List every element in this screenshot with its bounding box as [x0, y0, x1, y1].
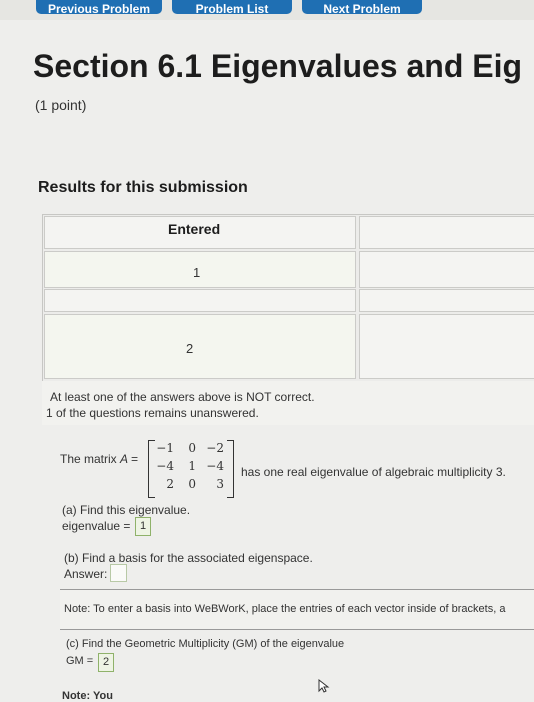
table-row: [44, 314, 356, 379]
part-b-text: (b) Find a basis for the associated eige…: [64, 551, 313, 565]
gm-input[interactable]: 2: [98, 653, 114, 672]
results-table: [42, 214, 534, 382]
result-message: At least one of the answers above is NOT…: [50, 390, 315, 404]
matrix-entry: −1: [156, 441, 174, 455]
matrix-right-bracket: [227, 440, 234, 498]
eigenvalue-input[interactable]: 1: [135, 517, 151, 536]
matrix-entry: 1: [188, 459, 196, 473]
problem-list-button[interactable]: Problem List: [172, 0, 292, 14]
top-nav: Previous Problem Problem List Next Probl…: [0, 0, 534, 20]
result-message: 1 of the questions remains unanswered.: [46, 406, 259, 420]
page-title: Section 6.1 Eigenvalues and Eig: [33, 48, 523, 84]
table-row: [359, 314, 534, 379]
eigenvalue-label: eigenvalue =: [62, 519, 131, 533]
matrix-entry: 0: [188, 477, 196, 491]
matrix-entry: −2: [206, 441, 224, 455]
mouse-cursor-icon: [318, 679, 330, 693]
basis-input[interactable]: [110, 564, 127, 582]
next-problem-button[interactable]: Next Problem: [302, 0, 422, 14]
results-title: Results for this submission: [38, 179, 248, 196]
table-row: [359, 251, 534, 288]
table-row: [44, 289, 356, 312]
gm-label: GM =: [66, 655, 94, 667]
matrix-entry: −4: [206, 459, 224, 473]
matrix-A: −1 0 −2 −4 1 −4 2 0 3: [148, 440, 234, 498]
note-label: Note: You: [62, 690, 113, 702]
matrix-prefix: The matrix A =: [60, 452, 138, 466]
points-label: (1 point): [35, 97, 87, 113]
matrix-suffix: has one real eigenvalue of algebraic mul…: [241, 465, 506, 479]
matrix-entry: −4: [156, 459, 174, 473]
part-c-text: (c) Find the Geometric Multiplicity (GM)…: [66, 638, 345, 650]
entered-value: 1: [193, 265, 201, 280]
entered-value: 2: [186, 341, 194, 356]
entered-column-header: Entered: [168, 221, 221, 237]
table-row: [359, 289, 534, 312]
matrix-entry: 2: [166, 477, 174, 491]
previous-problem-button[interactable]: Previous Problem: [36, 0, 162, 14]
matrix-entry: 3: [216, 477, 224, 491]
part-a-text: (a) Find this eigenvalue.: [62, 503, 191, 517]
table-header-cell: [359, 216, 534, 249]
matrix-entry: 0: [188, 441, 196, 455]
basis-note: Note: To enter a basis into WeBWorK, pla…: [64, 603, 506, 615]
answer-label: Answer:: [64, 567, 108, 581]
